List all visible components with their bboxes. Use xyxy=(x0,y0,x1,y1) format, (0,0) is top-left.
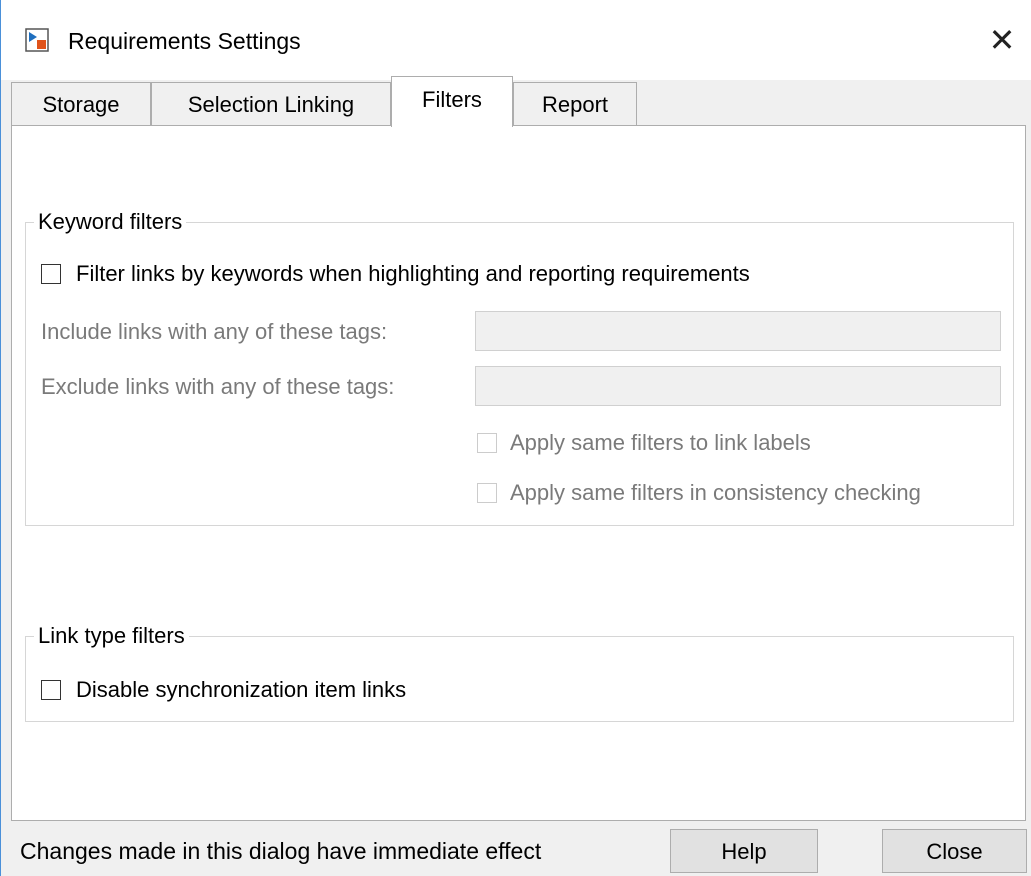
disable-sync-item-links-label: Disable synchronization item links xyxy=(76,677,407,702)
apply-to-link-labels-checkbox[interactable] xyxy=(477,433,497,453)
disable-sync-item-links-checkbox[interactable] xyxy=(41,680,61,700)
include-tags-label: Include links with any of these tags: xyxy=(41,319,388,344)
requirements-settings-dialog: Requirements Settings ✕ Storage Selectio… xyxy=(0,0,1031,876)
apply-in-consistency-checking-label: Apply same filters in consistency checki… xyxy=(510,480,921,505)
filter-by-keywords-label: Filter links by keywords when highlighti… xyxy=(76,261,750,286)
keyword-filters-title: Keyword filters xyxy=(34,208,187,236)
link-type-filters-group: Link type filters Disable synchronizatio… xyxy=(25,622,1014,722)
tab-storage[interactable]: Storage xyxy=(11,82,151,126)
exclude-tags-input[interactable] xyxy=(475,366,1001,406)
filters-tab-panel: Keyword filters Filter links by keywords… xyxy=(11,125,1026,821)
status-message: Changes made in this dialog have immedia… xyxy=(20,838,542,864)
apply-to-link-labels-label: Apply same filters to link labels xyxy=(510,430,811,455)
apply-in-consistency-checking-checkbox[interactable] xyxy=(477,483,497,503)
simulink-requirements-icon xyxy=(25,28,49,52)
link-type-filters-title: Link type filters xyxy=(34,622,189,650)
close-icon[interactable]: ✕ xyxy=(984,22,1020,58)
tab-bar: Storage Selection Linking Filters Report xyxy=(0,76,1031,127)
help-button[interactable]: Help xyxy=(670,829,818,873)
title-bar[interactable]: Requirements Settings ✕ xyxy=(0,0,1031,80)
filter-by-keywords-checkbox[interactable] xyxy=(41,264,61,284)
tab-filters[interactable]: Filters xyxy=(391,76,513,127)
keyword-filters-group: Keyword filters Filter links by keywords… xyxy=(25,208,1014,526)
window-title: Requirements Settings xyxy=(68,28,301,54)
exclude-tags-label: Exclude links with any of these tags: xyxy=(41,374,395,399)
tab-selection-linking[interactable]: Selection Linking xyxy=(151,82,391,126)
close-button[interactable]: Close xyxy=(882,829,1027,873)
tab-report[interactable]: Report xyxy=(513,82,637,126)
include-tags-input[interactable] xyxy=(475,311,1001,351)
